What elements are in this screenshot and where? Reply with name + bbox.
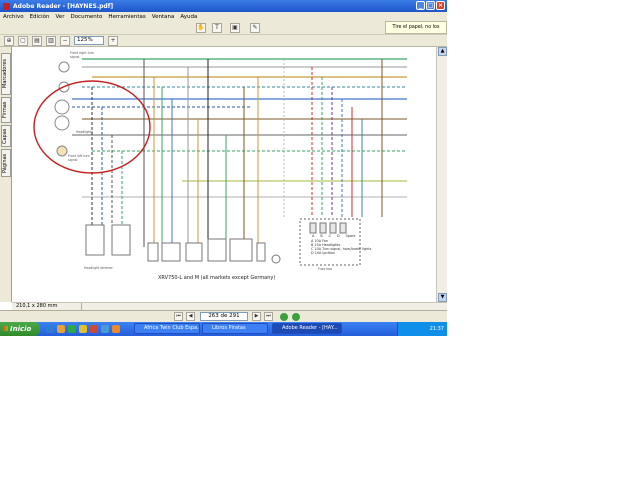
scroll-down-icon[interactable]: ▼ <box>438 293 447 302</box>
adobe-reader-icon <box>3 2 10 10</box>
close-button[interactable]: × <box>436 1 445 10</box>
menu-ayuda[interactable]: Ayuda <box>180 14 197 20</box>
menu-archivo[interactable]: Archivo <box>3 14 24 20</box>
quicklaunch-desktop-icon[interactable] <box>101 325 109 333</box>
window-controls: _ □ × <box>416 1 445 10</box>
tab-marcadores[interactable]: Marcadores <box>1 53 11 95</box>
window-title: Adobe Reader - [HAYNES.pdf] <box>13 2 114 10</box>
fuse-letters: A B C D Spare <box>312 234 355 238</box>
label-headlights: Headlights <box>76 130 94 134</box>
notice-banner[interactable]: Tire el papel, no los datos <box>385 21 447 42</box>
last-page-icon[interactable]: ⏭ <box>264 312 273 321</box>
task-africa-twin[interactable]: Africa Twin Club Espa... <box>134 323 200 334</box>
fuse-spare-label: Spare <box>345 234 356 238</box>
zoom-out-icon[interactable]: − <box>60 35 70 46</box>
tab-firmas[interactable]: Firmas <box>1 97 11 123</box>
system-tray: 21:37 <box>397 322 447 336</box>
label-front-right-turn: Front right turn signal <box>70 51 95 59</box>
menu-herramientas[interactable]: Herramientas <box>108 14 145 20</box>
taskbar: Inicio Africa Twin Club Espa... Libros P… <box>0 322 447 336</box>
view-toolbar: ⊕ ▢ ▤ ▥ − 125% + <box>0 35 447 47</box>
forward-view-icon[interactable] <box>292 313 300 321</box>
quicklaunch-app-icon[interactable] <box>90 325 98 333</box>
page-number-field[interactable]: 263 de 291 <box>200 312 248 321</box>
task-libros-piratas[interactable]: Libros Piratas <box>202 323 268 334</box>
actual-size-icon[interactable]: ▢ <box>18 35 28 46</box>
label-fuse-box: Fuse box <box>318 267 333 271</box>
menu-bar: Archivo Edición Ver Documento Herramient… <box>0 12 447 21</box>
page-size-readout: 210,1 x 280 mm <box>12 303 82 310</box>
task-adobe-reader[interactable]: Adobe Reader - [HAY... <box>272 323 342 334</box>
snapshot-icon[interactable]: ▣ <box>230 23 240 33</box>
comment-tool-icon[interactable]: ✎ <box>250 23 260 33</box>
scroll-up-icon[interactable]: ▲ <box>438 47 447 56</box>
fuse-letter-a: A <box>312 234 315 238</box>
clock[interactable]: 21:37 <box>430 326 444 332</box>
fuse-table: A 10A Fan B 15A Headlights C 10A Turn si… <box>311 239 371 255</box>
label-front-left-turn: Front left turn signal <box>68 154 90 162</box>
first-page-icon[interactable]: ⏮ <box>174 312 183 321</box>
tab-paginas[interactable]: Páginas <box>1 149 11 177</box>
fit-width-icon[interactable]: ▥ <box>46 35 56 46</box>
fit-page-icon[interactable]: ▤ <box>32 35 42 46</box>
menu-ventana[interactable]: Ventana <box>152 14 175 20</box>
vertical-scrollbar[interactable]: ▲ ▼ <box>436 47 447 302</box>
hand-tool-icon[interactable]: ✋ <box>196 23 206 33</box>
menu-edicion[interactable]: Edición <box>30 14 50 20</box>
wiring-diagram <box>33 58 407 266</box>
screenshot-area: Adobe Reader - [HAYNES.pdf] _ □ × Archiv… <box>0 0 447 336</box>
label-headlight-dimmer: Headlight dimmer <box>84 266 113 270</box>
menu-documento[interactable]: Documento <box>70 14 102 20</box>
zoom-in-icon[interactable]: + <box>108 35 118 46</box>
previous-page-icon[interactable]: ◀ <box>186 312 195 321</box>
horizontal-scrollbar[interactable]: 210,1 x 280 mm <box>12 302 447 310</box>
quicklaunch-folder-icon[interactable] <box>57 325 65 333</box>
zoom-input[interactable]: 125% <box>74 36 104 45</box>
zoom-tool-icon[interactable]: ⊕ <box>4 35 14 46</box>
fuse-row: D 10A Ignition <box>311 251 336 255</box>
fuse-letter-c: C <box>328 234 332 238</box>
fuse-letter-d: D <box>337 234 340 238</box>
quicklaunch-ie-icon[interactable] <box>46 325 54 333</box>
next-page-icon[interactable]: ▶ <box>252 312 261 321</box>
diagram-caption: XRV750-L and M (all markets except Germa… <box>158 275 276 281</box>
start-button[interactable]: Inicio <box>0 322 40 336</box>
quicklaunch-media-icon[interactable] <box>79 325 87 333</box>
document-view[interactable]: Front right turn signal Headlights Front… <box>12 47 436 302</box>
navigation-tabs: Marcadores Firmas Capas Páginas <box>0 47 12 302</box>
select-text-icon[interactable]: T <box>212 23 222 33</box>
tab-capas[interactable]: Capas <box>1 125 11 147</box>
status-bar: ⏮ ◀ 263 de 291 ▶ ⏭ <box>0 310 447 322</box>
menu-ver[interactable]: Ver <box>55 14 64 20</box>
back-view-icon[interactable] <box>280 313 288 321</box>
title-bar: Adobe Reader - [HAYNES.pdf] _ □ × <box>0 0 447 12</box>
quicklaunch-messenger-icon[interactable] <box>68 325 76 333</box>
minimize-button[interactable]: _ <box>416 1 425 10</box>
fuse-letter-b: B <box>320 234 323 238</box>
quicklaunch-firefox-icon[interactable] <box>112 325 120 333</box>
main-toolbar: ✋ T ▣ ✎ <box>0 21 447 35</box>
maximize-button[interactable]: □ <box>426 1 435 10</box>
